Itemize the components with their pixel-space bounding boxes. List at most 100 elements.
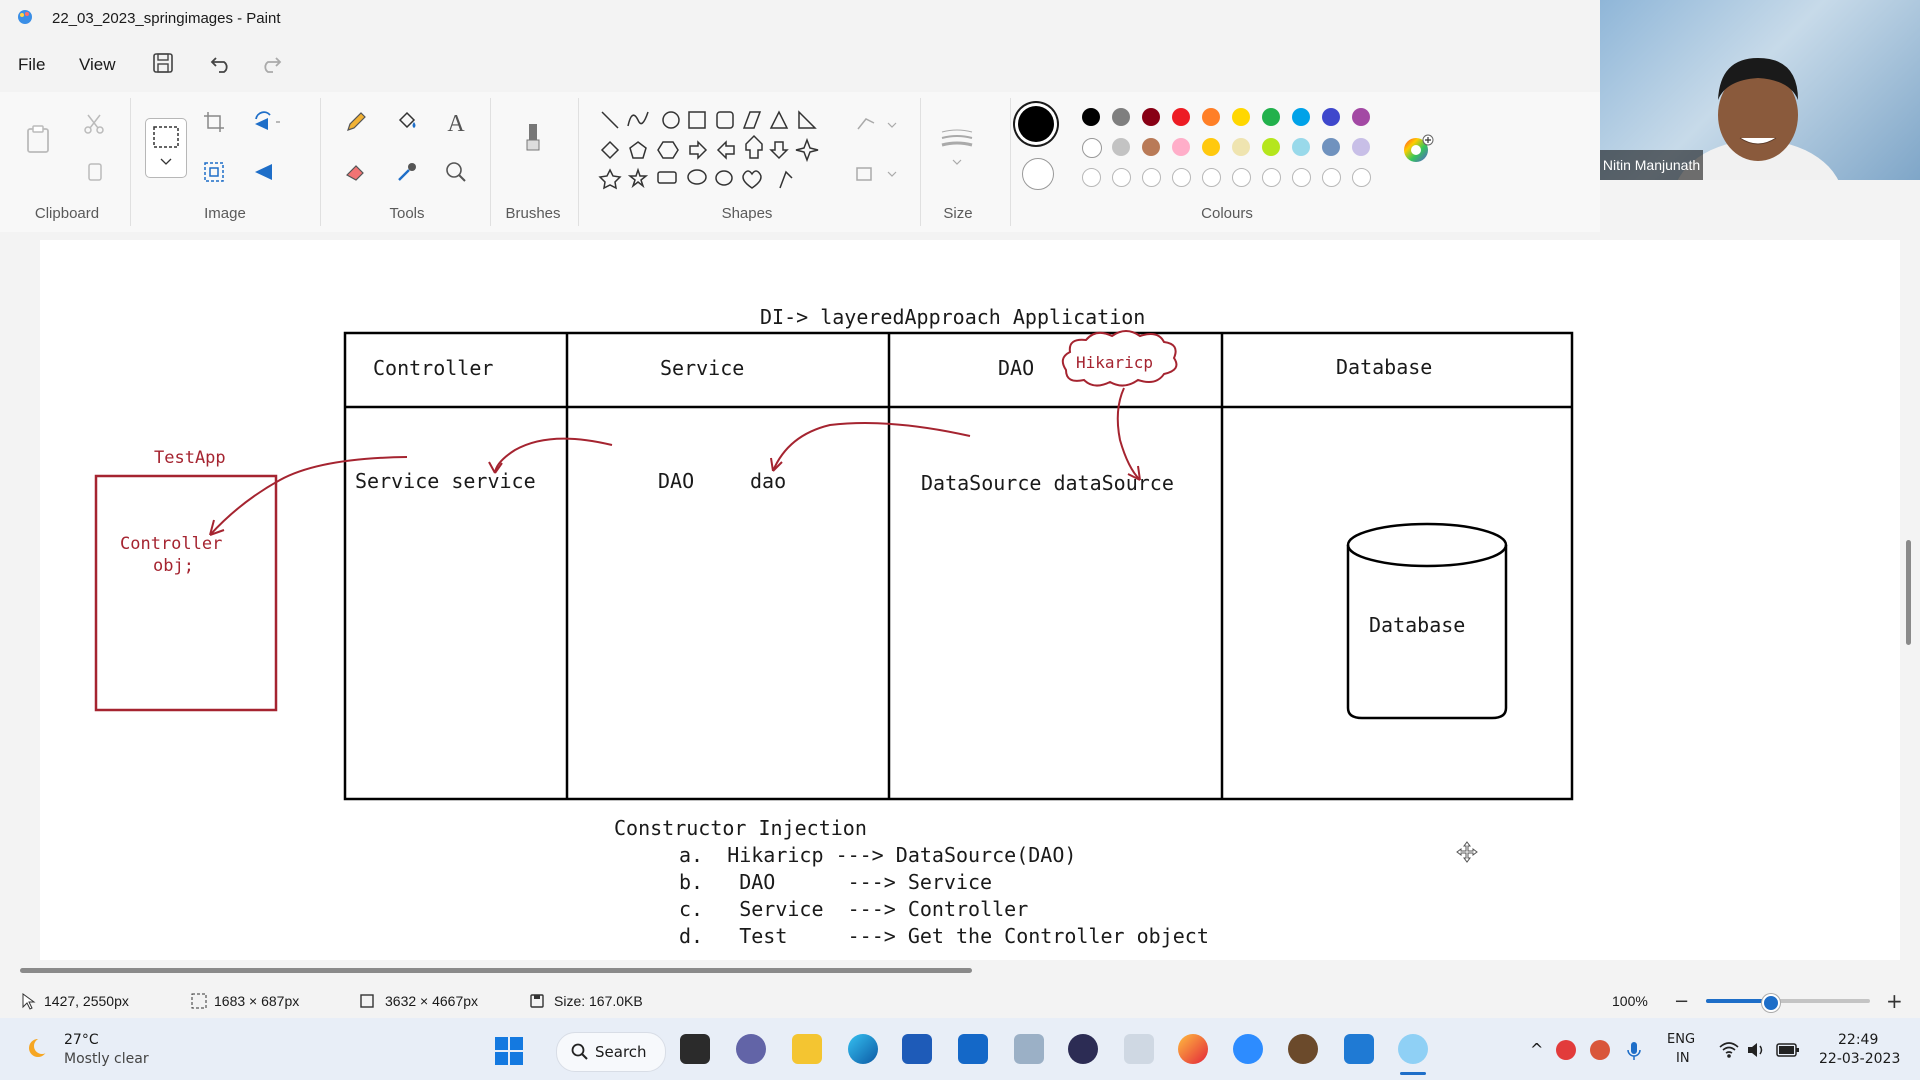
size-icon[interactable] [940, 126, 974, 170]
colour-swatch[interactable] [1322, 138, 1340, 156]
fill-icon[interactable] [854, 164, 900, 188]
app-icon[interactable] [1014, 1034, 1044, 1064]
colour-swatch[interactable] [1292, 108, 1310, 126]
header-database: Database [1336, 355, 1433, 379]
vertical-scrollbar[interactable] [1906, 540, 1911, 645]
injection-item: b. DAO ---> Service [679, 870, 993, 894]
text-tool-icon[interactable]: A [442, 110, 470, 138]
store-icon[interactable] [902, 1034, 932, 1064]
drawing-canvas[interactable]: DI-> layeredApproach Application Control… [40, 240, 1900, 960]
tray-icon[interactable] [1556, 1040, 1576, 1060]
empty-colour-slot[interactable] [1172, 168, 1191, 187]
app-icon[interactable] [1288, 1034, 1318, 1064]
colour-swatch[interactable] [1232, 138, 1250, 156]
empty-colour-slot[interactable] [1352, 168, 1371, 187]
notepad-icon[interactable] [1344, 1034, 1374, 1064]
chevron-up-icon[interactable]: ^ [1530, 1040, 1543, 1059]
clock-date[interactable]: 22-03-2023 [1819, 1051, 1900, 1067]
colour-swatch[interactable] [1112, 138, 1130, 156]
group-label-tools: Tools [389, 205, 425, 222]
color-picker-icon[interactable] [393, 160, 421, 188]
colour-swatch[interactable] [1142, 138, 1160, 156]
colour-swatch[interactable] [1262, 108, 1280, 126]
canvas-size-icon [358, 992, 376, 1014]
eclipse-icon[interactable] [1068, 1034, 1098, 1064]
colour-swatch[interactable] [1352, 108, 1370, 126]
zoom-icon[interactable] [1233, 1034, 1263, 1064]
flip-icon[interactable] [252, 160, 280, 188]
crop-icon[interactable] [200, 110, 228, 138]
teams-icon[interactable] [736, 1034, 766, 1064]
colour-swatch[interactable] [1082, 138, 1102, 158]
redo-icon[interactable] [260, 52, 282, 78]
empty-colour-slot[interactable] [1112, 168, 1131, 187]
wifi-icon[interactable] [1718, 1040, 1740, 1064]
weather-temp: 27°C [64, 1032, 99, 1048]
undo-icon[interactable] [210, 52, 232, 78]
paste-icon[interactable] [24, 124, 52, 153]
empty-colour-slot[interactable] [1262, 168, 1281, 187]
brush-icon[interactable] [519, 122, 547, 151]
microphone-icon[interactable] [1626, 1040, 1642, 1066]
empty-colour-slot[interactable] [1142, 168, 1161, 187]
colour-swatch[interactable] [1112, 108, 1130, 126]
firefox-icon[interactable] [1178, 1034, 1208, 1064]
empty-colour-slot[interactable] [1082, 168, 1101, 187]
colour-swatch[interactable] [1142, 108, 1160, 126]
horizontal-scrollbar[interactable] [20, 968, 972, 973]
colour-swatch[interactable] [1232, 108, 1250, 126]
menu-view[interactable]: View [79, 55, 116, 75]
empty-colour-slot[interactable] [1202, 168, 1221, 187]
zoom-slider[interactable] [1706, 994, 1870, 1012]
colour-swatch[interactable] [1202, 108, 1220, 126]
file-size: Size: 167.0KB [554, 993, 643, 1009]
resize-icon[interactable] [200, 160, 228, 188]
empty-colour-slot[interactable] [1292, 168, 1311, 187]
windows-start-icon[interactable] [494, 1036, 524, 1070]
clock-time[interactable]: 22:49 [1838, 1032, 1878, 1048]
menu-file[interactable]: File [18, 55, 45, 75]
weather-icon[interactable] [26, 1034, 54, 1066]
paint-taskbar-icon[interactable] [1398, 1034, 1428, 1064]
fill-bucket-icon[interactable] [393, 110, 421, 138]
cut-icon[interactable] [80, 112, 108, 140]
outline-icon[interactable] [854, 115, 900, 139]
colour-swatch[interactable] [1172, 138, 1190, 156]
colour-swatch[interactable] [1202, 138, 1220, 156]
primary-color-swatch[interactable] [1018, 106, 1054, 142]
zoom-out-icon[interactable]: − [1674, 991, 1689, 1012]
rotate-icon[interactable] [252, 110, 280, 138]
colour-swatch[interactable] [1172, 108, 1190, 126]
taskbar-search-box[interactable]: Search [556, 1032, 666, 1072]
volume-icon[interactable] [1746, 1040, 1768, 1064]
secondary-color-swatch[interactable] [1022, 158, 1054, 190]
save-icon[interactable] [152, 52, 174, 78]
shapes-gallery[interactable] [596, 104, 836, 194]
empty-colour-slot[interactable] [1322, 168, 1341, 187]
colour-swatch[interactable] [1292, 138, 1310, 156]
colour-swatch[interactable] [1322, 108, 1340, 126]
colour-swatch[interactable] [1352, 138, 1370, 156]
group-label-image: Image [204, 205, 246, 222]
edge-icon[interactable] [848, 1034, 878, 1064]
file-explorer-icon[interactable] [792, 1034, 822, 1064]
language-indicator-eng[interactable]: ENG [1667, 1032, 1695, 1047]
copy-icon[interactable] [80, 160, 108, 188]
sync-icon[interactable] [1590, 1040, 1610, 1060]
colour-swatch[interactable] [1082, 108, 1100, 126]
zoom-in-icon[interactable]: + [1886, 989, 1903, 1013]
mail-icon[interactable] [958, 1034, 988, 1064]
magnifier-icon[interactable] [442, 160, 470, 188]
language-indicator-in[interactable]: IN [1676, 1051, 1690, 1066]
zoom-level[interactable]: 100% [1612, 993, 1648, 1009]
edit-colours-icon[interactable] [1402, 134, 1434, 170]
snipping-icon[interactable] [1124, 1034, 1154, 1064]
select-tool-button[interactable] [145, 118, 187, 178]
pencil-icon[interactable] [342, 110, 370, 138]
task-view-icon[interactable] [680, 1034, 710, 1064]
colour-swatch[interactable] [1262, 138, 1280, 156]
battery-icon[interactable] [1776, 1042, 1800, 1062]
empty-colour-slot[interactable] [1232, 168, 1251, 187]
ribbon-separator [578, 98, 579, 226]
eraser-icon[interactable] [342, 160, 370, 188]
